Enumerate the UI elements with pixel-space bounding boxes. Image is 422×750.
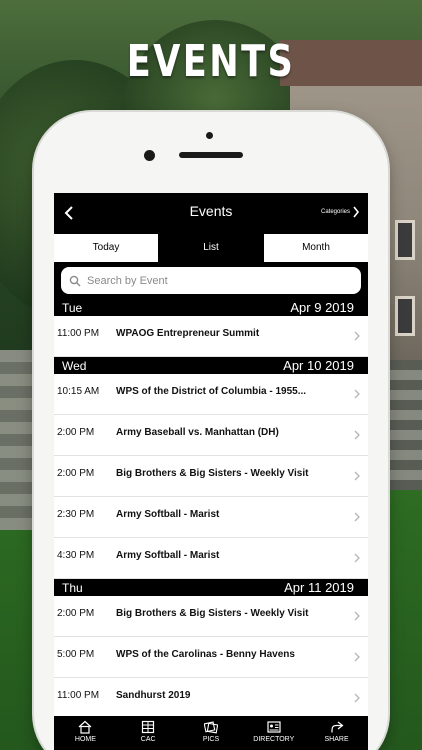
event-name: WPS of the District of Columbia - 1955..… [116,385,307,397]
search-input[interactable]: Search by Event [61,267,361,294]
disclosure-chevron-icon [346,693,368,703]
day-date: Apr 11 2019 [284,580,354,595]
disclosure-chevron-icon [346,512,368,522]
event-time: 4:30 PM [57,549,95,561]
building-icon [142,720,155,734]
tab-pics[interactable]: PICS [180,716,243,750]
categories-button[interactable]: Categories [321,205,360,219]
promo-title: EVENTS [126,36,296,87]
chevron-right-icon [353,206,360,218]
segment-list[interactable]: List [159,234,263,262]
app-screen: Events Categories Today List Month Searc… [54,193,368,750]
search-placeholder: Search by Event [87,274,168,287]
event-time: 2:00 PM [57,467,95,479]
home-icon [78,720,92,734]
event-name: Army Softball - Marist [116,508,220,520]
event-row[interactable]: 5:00 PM WPS of the Carolinas - Benny Hav… [54,637,368,678]
day-name: Wed [62,358,87,373]
disclosure-chevron-icon [346,331,368,341]
tab-label: CAC [140,736,156,743]
event-time: 2:00 PM [57,426,95,438]
event-row[interactable]: 4:30 PM Army Softball - Marist [54,538,368,579]
event-row[interactable]: 2:30 PM Army Softball - Marist [54,497,368,538]
event-name: Big Brothers & Big Sisters - Weekly Visi… [116,467,309,479]
event-row[interactable]: 11:00 PM WPAOG Entrepreneur Summit [54,316,368,357]
contact-card-icon [267,721,281,733]
tab-directory[interactable]: DIRECTORY [242,716,305,750]
event-name: WPAOG Entrepreneur Summit [116,327,260,339]
tab-label: HOME [74,736,96,743]
disclosure-chevron-icon [346,553,368,563]
disclosure-chevron-icon [346,389,368,399]
segment-month[interactable]: Month [264,234,368,262]
event-name: Army Baseball vs. Manhattan (DH) [116,426,279,438]
day-header: Wed Apr 10 2019 [54,357,368,374]
phone-camera [144,150,155,161]
event-row[interactable]: 2:00 PM Army Baseball vs. Manhattan (DH) [54,415,368,456]
event-time: 2:30 PM [57,508,95,520]
day-header: Thu Apr 11 2019 [54,579,368,596]
event-row[interactable]: 2:00 PM Big Brothers & Big Sisters - Wee… [54,456,368,497]
disclosure-chevron-icon [346,430,368,440]
event-row[interactable]: 10:15 AM WPS of the District of Columbia… [54,374,368,415]
categories-label: Categories [320,209,350,215]
share-icon [330,721,344,733]
day-name: Thu [62,580,83,595]
disclosure-chevron-icon [346,611,368,621]
phone-speaker [179,152,243,158]
day-name: Tue [62,300,83,315]
event-name: Army Softball - Marist [116,549,220,561]
tab-label: DIRECTORY [253,736,295,743]
disclosure-chevron-icon [346,471,368,481]
tab-label: PICS [202,736,220,743]
event-time: 2:00 PM [57,607,95,619]
tab-cac[interactable]: CAC [117,716,180,750]
event-time: 10:15 AM [57,385,100,397]
tab-label: SHARE [324,736,349,743]
tab-share[interactable]: SHARE [305,716,368,750]
day-date: Apr 9 2019 [290,300,354,315]
event-name: Big Brothers & Big Sisters - Weekly Visi… [116,607,309,619]
day-date: Apr 10 2019 [283,358,354,373]
event-time: 11:00 PM [57,327,100,339]
event-name: WPS of the Carolinas - Benny Havens [116,648,295,660]
nav-bar: Events Categories [54,193,368,233]
search-bar: Search by Event [54,263,368,299]
tab-bar: HOME CAC PICS DIRECTORY SHARE [54,716,368,750]
day-header: Tue Apr 9 2019 [54,299,368,316]
phone-sensor [206,132,213,139]
event-name: Sandhurst 2019 [116,689,191,701]
event-time: 11:00 PM [57,689,100,701]
tab-home[interactable]: HOME [54,716,117,750]
view-segmented-control: Today List Month [54,233,368,263]
segment-today[interactable]: Today [54,234,158,262]
search-icon [69,275,81,286]
event-row[interactable]: 2:00 PM Big Brothers & Big Sisters - Wee… [54,596,368,637]
event-list: Tue Apr 9 2019 11:00 PM WPAOG Entreprene… [54,299,368,719]
disclosure-chevron-icon [346,652,368,662]
event-row[interactable]: 11:00 PM Sandhurst 2019 [54,678,368,719]
event-time: 5:00 PM [57,648,95,660]
photos-icon [203,721,218,734]
